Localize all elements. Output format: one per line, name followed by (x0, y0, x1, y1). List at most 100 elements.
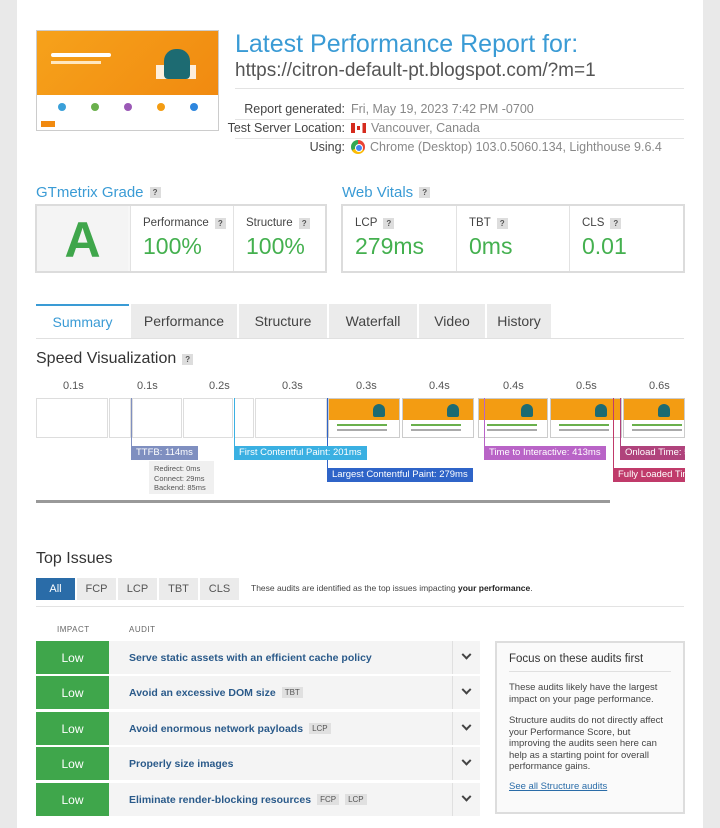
grade-heading-text: GTmetrix Grade (36, 184, 144, 201)
help-icon[interactable]: ? (214, 217, 226, 229)
structure-audits-link[interactable]: See all Structure audits (509, 781, 671, 792)
tbt-label: TBT (469, 217, 491, 229)
cls-label: CLS (582, 217, 605, 229)
audit-title[interactable]: Serve static assets with an efficient ca… (129, 652, 372, 664)
help-icon[interactable]: ? (383, 217, 395, 229)
audit-title[interactable]: Avoid an excessive DOM size (129, 687, 276, 699)
tick-label: 0.3s (356, 380, 377, 392)
thumbnail-icons (45, 103, 210, 113)
issue-row[interactable]: Low Eliminate render-blocking resources F… (36, 783, 480, 816)
filter-all[interactable]: All (36, 578, 75, 600)
help-icon[interactable]: ? (298, 217, 310, 229)
metric-tag: LCP (309, 723, 331, 734)
fully-loaded-label: Fully Loaded Tim (613, 468, 685, 482)
filmstrip-frame[interactable] (234, 398, 254, 438)
focus-text-1: These audits likely have the largest imp… (509, 682, 658, 705)
chevron-down-icon[interactable] (452, 676, 480, 709)
ttfb-marker (131, 398, 132, 446)
help-icon[interactable]: ? (419, 187, 431, 198)
issues-divider (36, 606, 684, 607)
metric-tag: TBT (281, 687, 303, 698)
meta-using-label: Using: (309, 140, 345, 154)
issue-row[interactable]: Low Serve static assets with an efficien… (36, 641, 480, 674)
ttfb-breakdown: Redirect: 0ms Connect: 29ms Backend: 85m… (149, 461, 214, 494)
audit-title[interactable]: Properly size images (129, 758, 233, 770)
onload-label: Onload Time: 5 (620, 446, 685, 460)
audit-title[interactable]: Avoid enormous network payloads (129, 723, 303, 735)
header-divider (235, 88, 684, 89)
fully-loaded-marker (613, 398, 614, 468)
filmstrip-frame[interactable] (36, 398, 108, 438)
audit-title[interactable]: Eliminate render-blocking resources (129, 794, 311, 806)
structure-value: 100% (246, 233, 305, 259)
help-icon[interactable]: ? (182, 353, 194, 365)
tab-structure[interactable]: Structure (239, 304, 327, 338)
chevron-down-icon[interactable] (452, 783, 480, 816)
issue-row[interactable]: Low Properly size images (36, 747, 480, 780)
impact-badge: Low (36, 641, 109, 674)
grade-heading: GTmetrix Grade ? (36, 184, 161, 201)
filter-tbt[interactable]: TBT (159, 578, 198, 600)
speed-heading: Speed Visualization ? (36, 350, 194, 368)
performance-label: Performance (143, 217, 209, 229)
report-url[interactable]: https://citron-default-pt.blogspot.com/?… (235, 60, 596, 82)
help-icon[interactable]: ? (610, 217, 622, 229)
lcp-metric: LCP? 279ms (343, 206, 456, 271)
top-issues-heading: Top Issues (36, 550, 113, 567)
chrome-icon (351, 140, 365, 154)
meta-generated-label: Report generated: (244, 102, 345, 116)
fcp-marker (234, 398, 235, 446)
grade-box: A Performance? 100% Structure? 100% (35, 204, 327, 273)
tick-label: 0.4s (503, 380, 524, 392)
site-thumbnail[interactable] (36, 30, 219, 131)
impact-badge: Low (36, 783, 109, 816)
tick-label: 0.3s (282, 380, 303, 392)
chevron-down-icon[interactable] (452, 747, 480, 780)
meta-divider (235, 138, 684, 139)
filmstrip-frame[interactable] (132, 398, 182, 438)
thumbnail-hero (37, 31, 218, 95)
filter-cls[interactable]: CLS (200, 578, 239, 600)
issue-row[interactable]: Low Avoid an excessive DOM size TBT (36, 676, 480, 709)
tab-video[interactable]: Video (419, 304, 485, 338)
filmstrip-frame[interactable] (109, 398, 131, 438)
lcp-label: LCP (355, 217, 378, 229)
canada-flag-icon (351, 123, 366, 133)
chevron-down-icon[interactable] (452, 641, 480, 674)
help-icon[interactable]: ? (496, 217, 508, 229)
tick-label: 0.4s (429, 380, 450, 392)
filter-fcp[interactable]: FCP (77, 578, 116, 600)
vitals-heading: Web Vitals ? (342, 184, 431, 201)
filmstrip-frame[interactable] (402, 398, 474, 438)
help-icon[interactable]: ? (149, 187, 161, 198)
issue-row[interactable]: Low Avoid enormous network payloads LCP (36, 712, 480, 745)
filmstrip-frame[interactable] (255, 398, 327, 438)
meta-location: Test Server Location: Vancouver, Canada (217, 121, 687, 139)
vitals-box: LCP? 279ms TBT? 0ms CLS? 0.01 (341, 204, 685, 273)
tick-label: 0.1s (137, 380, 158, 392)
filter-lcp[interactable]: LCP (118, 578, 157, 600)
tick-label: 0.1s (63, 380, 84, 392)
chevron-down-icon[interactable] (452, 712, 480, 745)
filmstrip-frame[interactable] (550, 398, 622, 438)
cls-metric: CLS? 0.01 (569, 206, 683, 271)
lcp-value: 279ms (355, 233, 425, 259)
onload-marker (620, 398, 621, 446)
tab-summary[interactable]: Summary (36, 304, 129, 338)
fcp-label: First Contentful Paint: 201ms (234, 446, 367, 460)
filmstrip-frame[interactable] (623, 398, 685, 438)
tab-waterfall[interactable]: Waterfall (329, 304, 417, 338)
structure-label: Structure (246, 217, 293, 229)
speed-heading-text: Speed Visualization (36, 350, 177, 367)
focus-text-2: Structure audits do not directly affect … (509, 715, 664, 772)
meta-using-value: Chrome (Desktop) 103.0.5060.134, Lightho… (370, 140, 662, 154)
issues-note-text: These audits are identified as the top i… (251, 583, 456, 593)
col-audit: AUDIT (129, 625, 156, 634)
filmstrip-frame[interactable] (478, 398, 548, 438)
filmstrip-frame[interactable] (183, 398, 233, 438)
filmstrip-scrollbar[interactable] (36, 500, 610, 503)
tab-performance[interactable]: Performance (131, 304, 237, 338)
ttfb-redirect: Redirect: 0ms (154, 464, 201, 473)
tab-history[interactable]: History (487, 304, 551, 338)
filmstrip-frame[interactable] (328, 398, 400, 438)
